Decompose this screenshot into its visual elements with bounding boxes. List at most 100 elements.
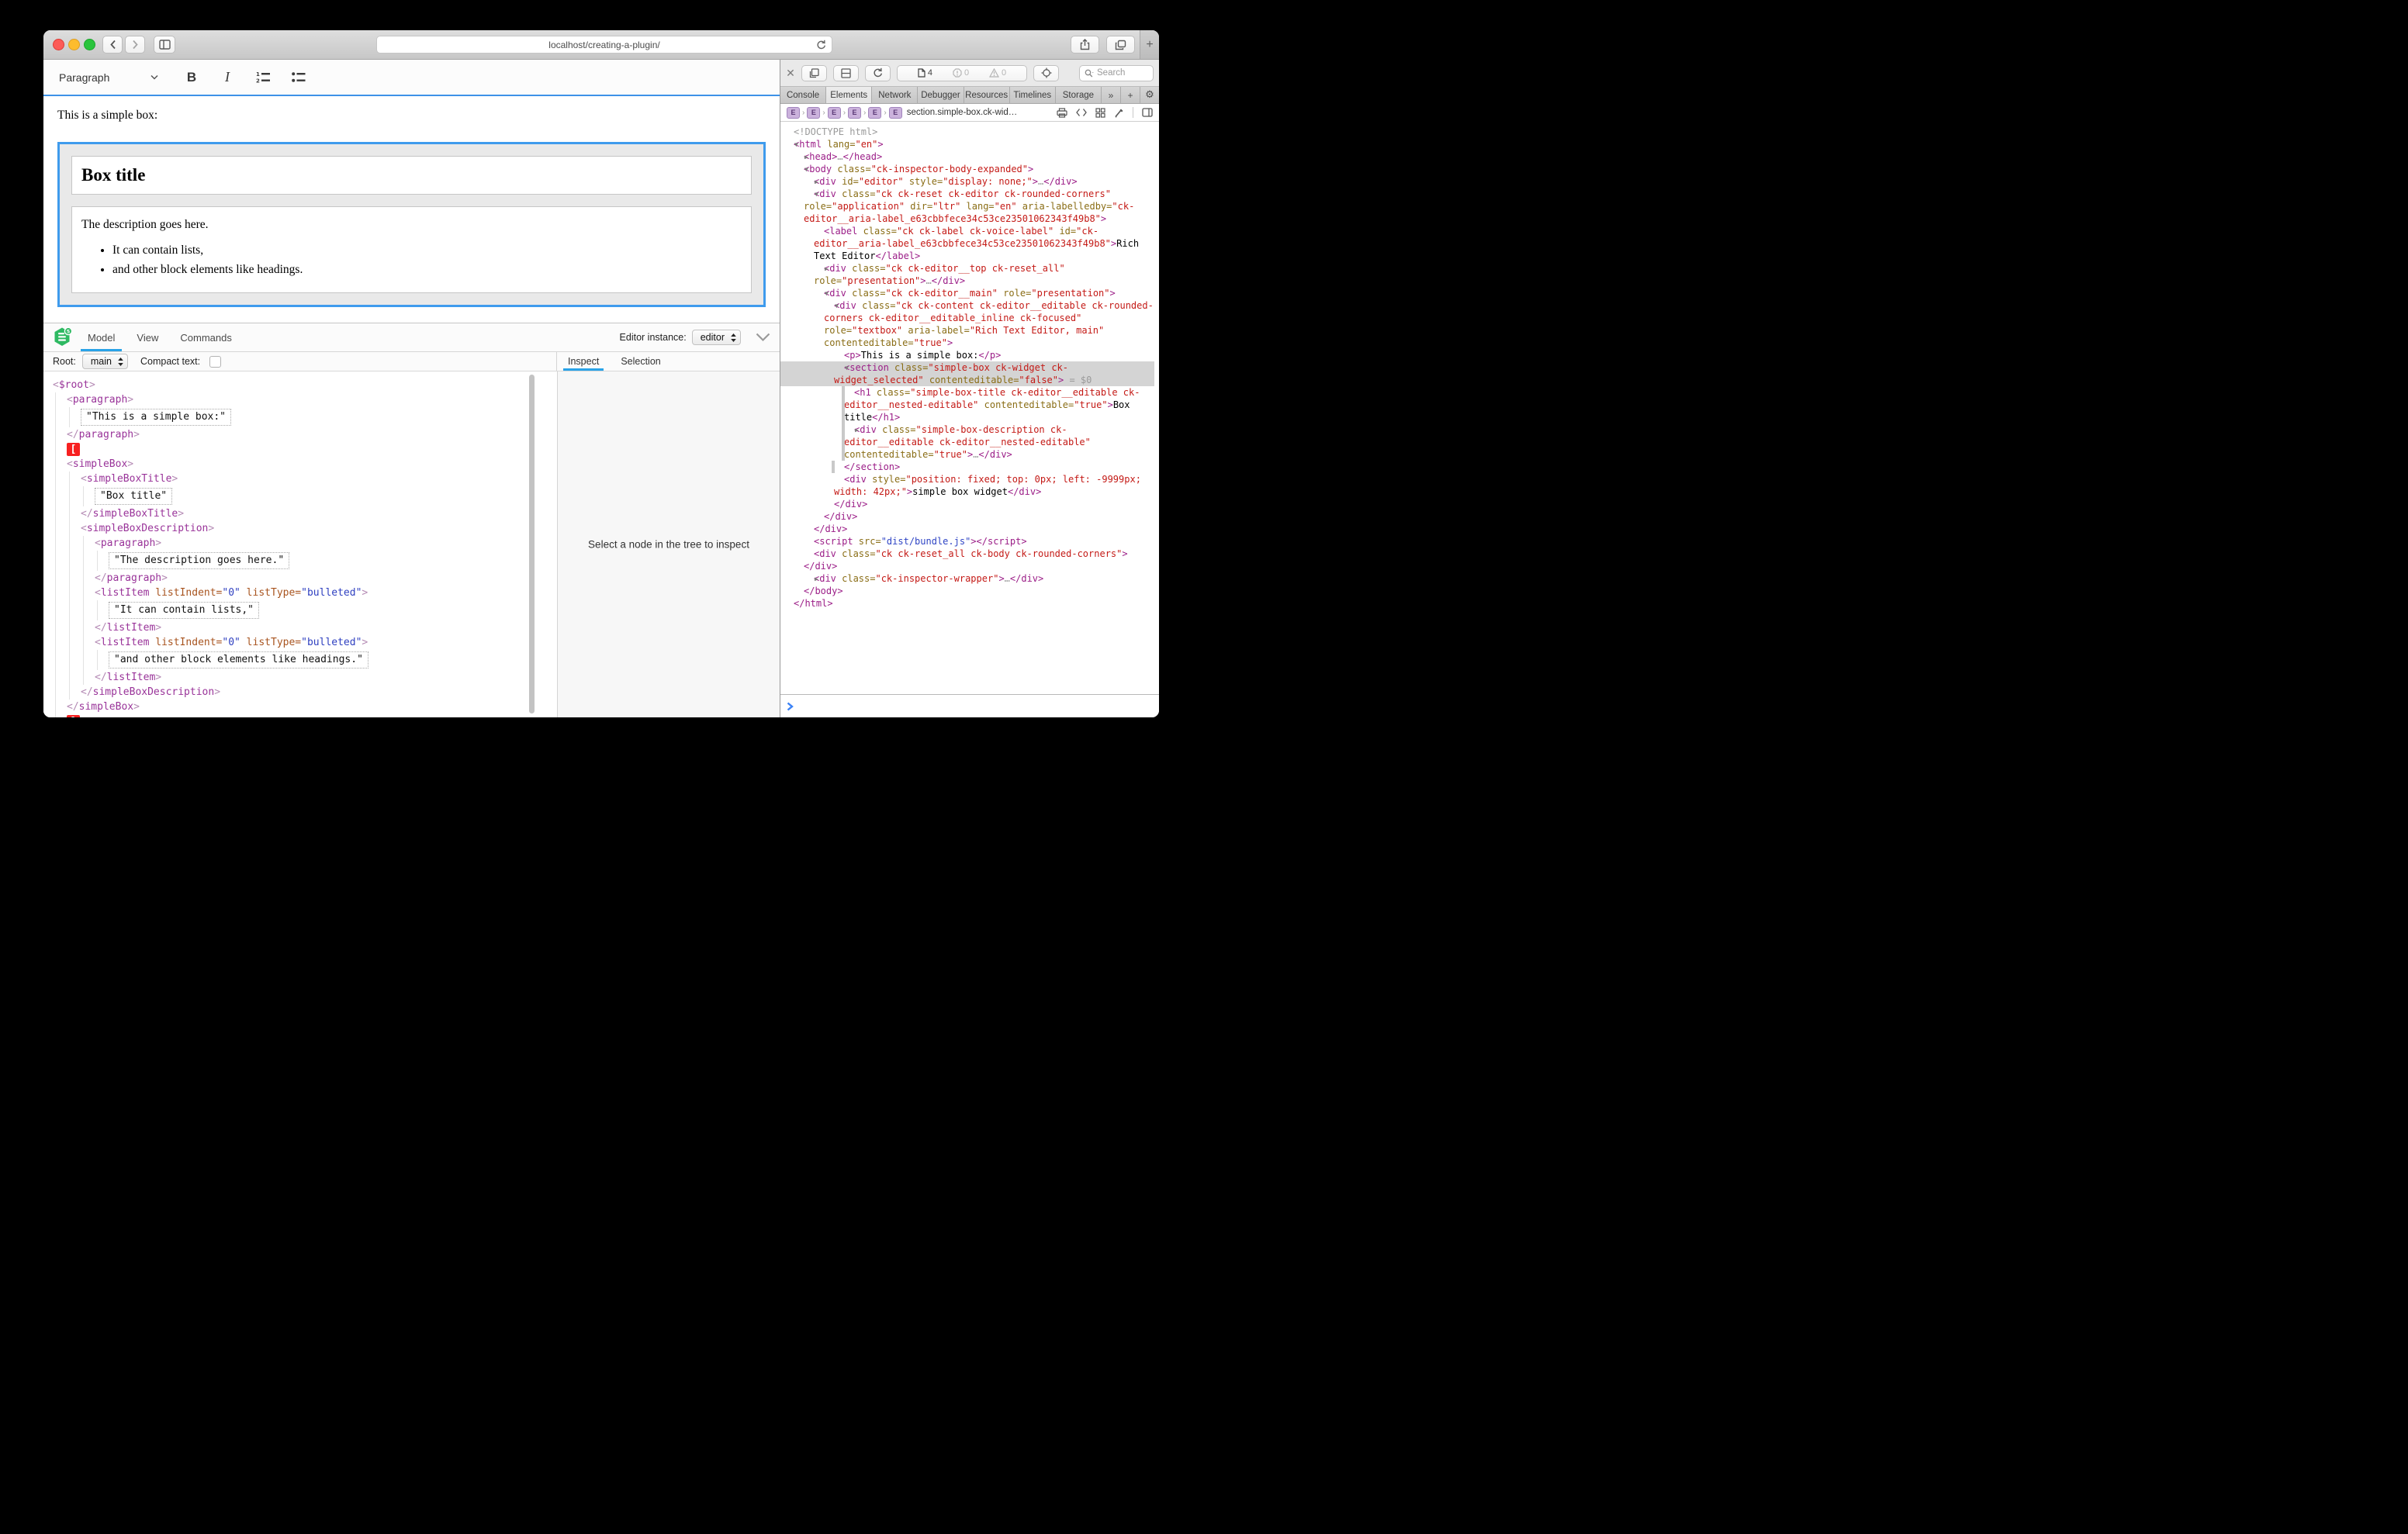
text-node[interactable]: "Box title"	[95, 488, 172, 505]
detach-inspector-button[interactable]	[801, 65, 827, 81]
description-text[interactable]: The description goes here.	[81, 218, 742, 232]
tab-commands[interactable]: Commands	[180, 323, 231, 351]
tab-overview-button[interactable]	[1106, 36, 1135, 54]
model-tree-row[interactable]: </paragraph>	[43, 571, 557, 586]
collapse-node-arrow[interactable]: ▼	[784, 139, 798, 151]
dom-tree-row[interactable]: </div>	[780, 498, 1154, 510]
model-tree-row[interactable]: <paragraph>	[43, 392, 557, 407]
model-tree-row[interactable]: "The description goes here."	[43, 551, 557, 571]
box-title-text[interactable]: Box title	[81, 164, 742, 186]
compact-text-checkbox[interactable]	[209, 356, 221, 368]
collapse-node-arrow[interactable]: ▼	[835, 362, 849, 375]
dom-tree-row[interactable]: ▼<html lang="en">	[780, 138, 1154, 150]
tab-model[interactable]: Model	[88, 323, 115, 351]
numbered-list-button[interactable]: 12	[253, 67, 273, 88]
model-tree-row[interactable]: </simpleBoxTitle>	[43, 506, 557, 521]
dom-tree-row[interactable]: ▼<div class="ck ck-editor__main" role="p…	[780, 287, 1154, 299]
dom-tree-row[interactable]: </html>	[780, 597, 1154, 610]
grid-overlay-icon[interactable]	[1095, 108, 1105, 118]
model-tree-row[interactable]: ]	[43, 714, 557, 717]
styles-brush-icon[interactable]	[1114, 108, 1124, 118]
minimize-window-button[interactable]	[68, 39, 80, 50]
model-tree-row[interactable]: <listItem listIndent="0" listType="bulle…	[43, 635, 557, 650]
zoom-window-button[interactable]	[84, 39, 95, 50]
dom-tree-row[interactable]: <!DOCTYPE html>	[780, 126, 1154, 138]
text-node[interactable]: "and other block elements like headings.…	[109, 651, 368, 669]
dom-tree-row[interactable]: <p>This is a simple box:</p>	[780, 349, 1154, 361]
collapse-node-arrow[interactable]: ▼	[815, 288, 829, 300]
dom-tree-row[interactable]: <h1 class="simple-box-title ck-editor__e…	[780, 386, 1154, 423]
show-source-icon[interactable]	[1076, 108, 1087, 117]
dom-tree-row[interactable]: <label class="ck ck-label ck-voice-label…	[780, 225, 1154, 262]
expand-node-arrow[interactable]: ▶	[815, 263, 829, 275]
tab-debugger[interactable]: Debugger	[918, 87, 964, 103]
console-prompt[interactable]	[780, 694, 1159, 717]
simple-box-description[interactable]: The description goes here. It can contai…	[71, 206, 752, 293]
element-badge-icon[interactable]: E	[889, 107, 902, 119]
settings-gear-icon[interactable]: ⚙	[1140, 87, 1159, 103]
dom-tree-row[interactable]: ▼<section class="simple-box ck-widget ck…	[780, 361, 1154, 386]
dom-tree-row[interactable]: ▶<div class="ck ck-editor__top ck-reset_…	[780, 262, 1154, 287]
dom-tree-row[interactable]: ▼<div class="ck ck-content ck-editor__ed…	[780, 299, 1154, 349]
editor-instance-select[interactable]: editor	[692, 330, 741, 345]
dom-tree-row[interactable]: ▼<div class="ck ck-reset ck-editor ck-ro…	[780, 188, 1154, 225]
model-tree-row[interactable]: <$root>	[43, 378, 557, 392]
element-badge-icon[interactable]: E	[868, 107, 881, 119]
back-button[interactable]	[102, 36, 123, 54]
tab-selection[interactable]: Selection	[621, 352, 660, 371]
model-tree-row[interactable]: [	[43, 442, 557, 457]
dom-tree-row[interactable]: </section>	[780, 461, 1154, 473]
dom-tree-row[interactable]: ▶<div class="simple-box-description ck-e…	[780, 423, 1154, 461]
more-tabs-button[interactable]: »	[1102, 87, 1121, 103]
collapse-node-arrow[interactable]: ▼	[825, 300, 839, 313]
model-tree-row[interactable]: </paragraph>	[43, 427, 557, 442]
model-tree-row[interactable]: "and other block elements like headings.…	[43, 650, 557, 670]
tab-network[interactable]: Network	[872, 87, 918, 103]
model-tree-row[interactable]: "This is a simple box:"	[43, 407, 557, 427]
activity-summary[interactable]: 4 0 0	[897, 65, 1027, 81]
bulleted-list-button[interactable]	[289, 67, 309, 88]
simple-box-title[interactable]: Box title	[71, 156, 752, 195]
model-tree-row[interactable]: </simpleBoxDescription>	[43, 685, 557, 700]
editor-paragraph[interactable]: This is a simple box:	[57, 109, 766, 123]
dom-tree-row[interactable]: </body>	[780, 585, 1154, 597]
forward-button[interactable]	[125, 36, 145, 54]
address-bar[interactable]: localhost/creating-a-plugin/	[376, 36, 832, 54]
print-dom-icon[interactable]	[1057, 108, 1067, 118]
heading-dropdown[interactable]: Paragraph	[51, 66, 166, 89]
collapse-node-arrow[interactable]: ▼	[794, 164, 808, 176]
model-tree-row[interactable]: "Box title"	[43, 486, 557, 506]
sidebar-toggle-button[interactable]	[154, 36, 175, 54]
reload-button[interactable]	[816, 40, 826, 54]
list-item[interactable]: It can contain lists,	[112, 244, 742, 257]
italic-button[interactable]: I	[217, 67, 237, 88]
collapse-inspector-button[interactable]	[756, 333, 770, 342]
tab-storage[interactable]: Storage	[1056, 87, 1102, 103]
expand-node-arrow[interactable]: ▶	[804, 176, 818, 188]
model-tree-row[interactable]: <simpleBox>	[43, 457, 557, 472]
tab-view[interactable]: View	[137, 323, 158, 351]
editor-editable-area[interactable]: This is a simple box: Box title The desc…	[43, 95, 780, 323]
model-tree-row[interactable]: </simpleBox>	[43, 700, 557, 714]
element-badge-icon[interactable]: E	[787, 107, 800, 119]
expand-node-arrow[interactable]: ▶	[845, 424, 859, 437]
tab-inspect[interactable]: Inspect	[568, 352, 599, 371]
model-tree-row[interactable]: </listItem>	[43, 620, 557, 635]
dom-tree-row[interactable]: ▶<div class="ck-inspector-wrapper">…</di…	[780, 572, 1154, 585]
list-item[interactable]: and other block elements like headings.	[112, 263, 742, 277]
tab-elements[interactable]: Elements	[826, 87, 872, 103]
element-badge-icon[interactable]: E	[807, 107, 820, 119]
text-node[interactable]: "The description goes here."	[109, 552, 289, 569]
model-tree-row[interactable]: <paragraph>	[43, 536, 557, 551]
bold-button[interactable]: B	[182, 67, 202, 88]
model-tree-row[interactable]: <simpleBoxTitle>	[43, 472, 557, 486]
dom-tree-row[interactable]: <div class="ck ck-reset_all ck-body ck-r…	[780, 548, 1154, 572]
tab-console[interactable]: Console	[780, 87, 826, 103]
dom-tree-row[interactable]: ▶<head>…</head>	[780, 150, 1154, 163]
breadcrumb-selected[interactable]: section.simple-box.ck-wid…	[907, 108, 1018, 117]
dom-tree-row[interactable]: </div>	[780, 510, 1154, 523]
collapse-node-arrow[interactable]: ▼	[804, 188, 818, 201]
inspector-search-field[interactable]: Search	[1079, 65, 1154, 81]
dock-bottom-button[interactable]	[833, 65, 859, 81]
tab-resources[interactable]: Resources	[964, 87, 1010, 103]
